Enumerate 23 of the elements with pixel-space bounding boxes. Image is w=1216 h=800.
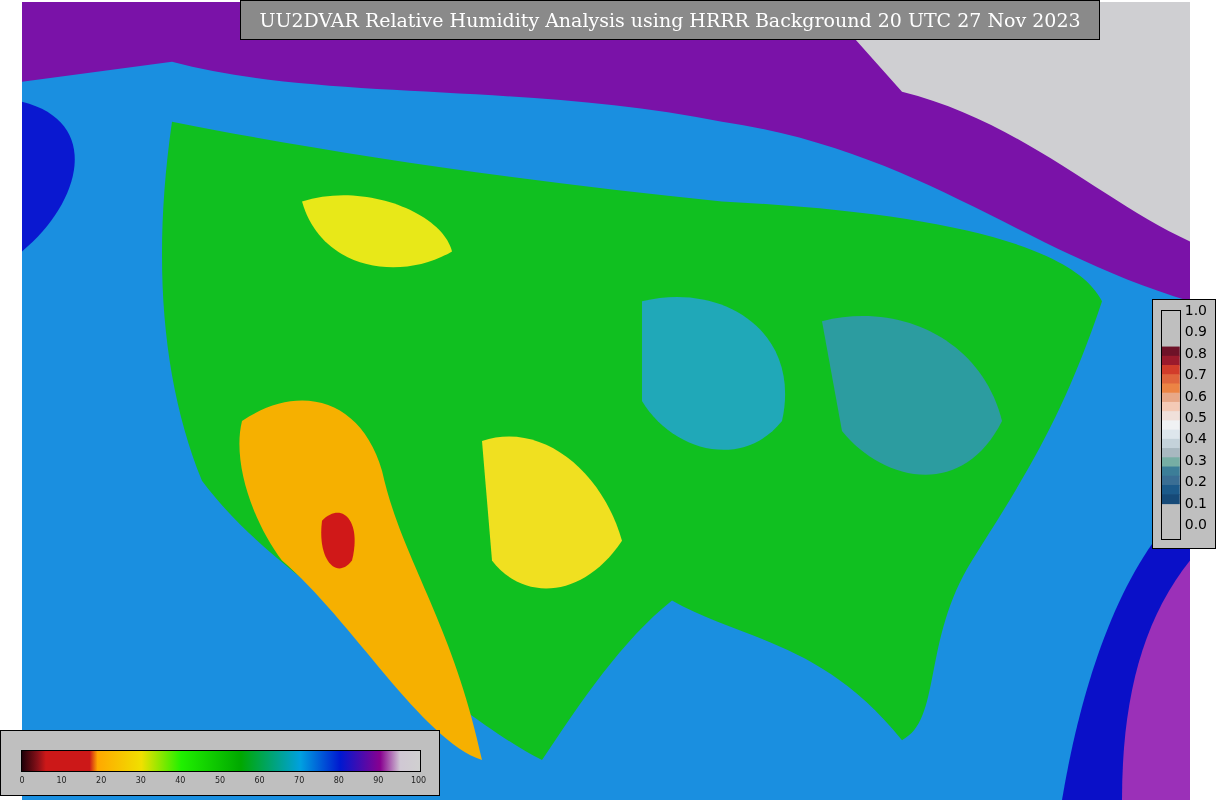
colorbar-tick-label: 0.0 [1184,515,1207,532]
colorbar-tick-label: 0.6 [1184,387,1207,404]
colorbar-tick-label: 1.0 [1184,302,1207,318]
colorbar-tick-label: 60 [253,776,266,786]
colorbar-tick-label: 0.3 [1184,451,1207,468]
colorbar-tick-label: 0.4 [1184,430,1207,447]
colorbar-tick-label: 0.5 [1184,408,1207,425]
colorbar-tick-label: 0.9 [1184,323,1207,340]
map-title: UU2DVAR Relative Humidity Analysis using HRRR Background 20 UTC 27 Nov 2023 [240,0,1100,40]
colorbar-tick-label: 100 [410,776,425,786]
colorbar-tick-label: 0.1 [1184,494,1207,511]
colorbar-tick-label: 0.2 [1184,473,1207,490]
colorbar-tick-label: 30 [134,776,147,786]
colorbar-tick-label: 90 [372,776,385,786]
colorbar-tick-label: 0.8 [1184,344,1207,361]
colorbar-tick-label: 0 [18,776,26,786]
colorbar-tick-label: 80 [332,776,345,786]
colorbar-tick-label: 0.7 [1184,366,1207,383]
colorbar-tick-label: 50 [213,776,227,786]
colorbar-tick-label: 10 [55,776,68,786]
colorbar-tick-label: 40 [174,776,187,786]
colorbar-tick-label: 20 [95,776,108,786]
colorbar-tick-label: 70 [293,776,306,786]
